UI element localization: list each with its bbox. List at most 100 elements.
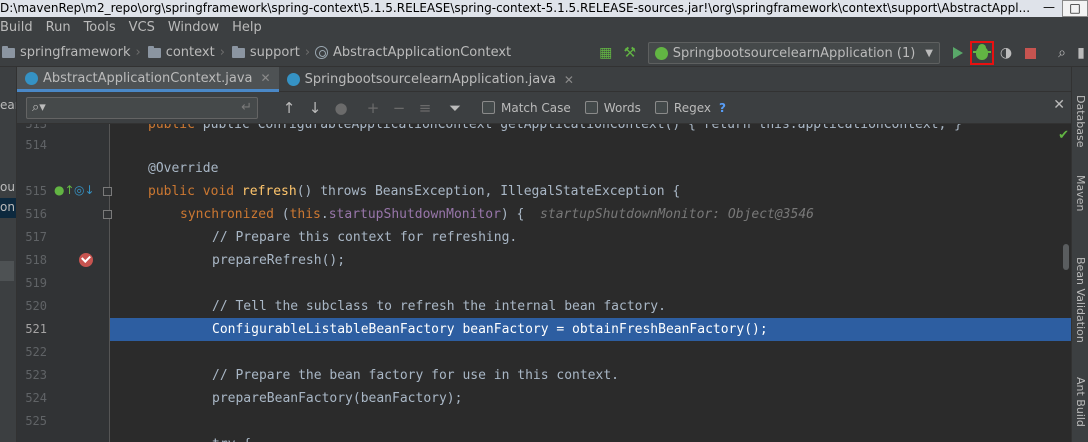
- database-tool-tab[interactable]: Database: [1074, 95, 1087, 148]
- run-configuration-label: SpringbootsourcelearnApplication (1): [672, 45, 916, 61]
- breadcrumb-label: springframework: [20, 45, 131, 60]
- tab-label: AbstractApplicationContext.java: [43, 70, 253, 86]
- select-all-occurrences-icon[interactable]: ≡: [412, 96, 438, 120]
- menu-help[interactable]: Help: [226, 17, 269, 39]
- maximize-button[interactable]: □: [1062, 0, 1088, 17]
- find-search-box[interactable]: ⌕▾ ↵: [26, 96, 258, 119]
- checkbox-box[interactable]: [584, 101, 598, 114]
- play-icon: [953, 47, 963, 59]
- find-input[interactable]: [58, 100, 229, 115]
- words-checkbox[interactable]: Words: [584, 101, 641, 115]
- menu-bar: Build Run Tools VCS Window Help: [0, 17, 1088, 39]
- code-line-breakpoint: 518 prepareRefresh();: [17, 249, 1071, 272]
- previous-occurrence-button[interactable]: ↑: [276, 96, 302, 120]
- fold-marker-icon[interactable]: [103, 187, 112, 196]
- code-line: 524 prepareBeanFactory(beanFactory);: [17, 387, 1071, 410]
- tab-label: SpringbootsourcelearnApplication.java: [304, 72, 556, 87]
- minimize-button[interactable]: —: [1036, 0, 1062, 17]
- breadcrumb-label: AbstractApplicationContext: [333, 45, 512, 60]
- regex-checkbox[interactable]: Regex: [654, 100, 711, 115]
- folder-icon: [2, 45, 15, 58]
- line-number: 519: [25, 276, 47, 290]
- folder-icon: [147, 45, 161, 58]
- remove-occurrence-icon[interactable]: −: [386, 96, 412, 120]
- line-number: 517: [25, 230, 47, 244]
- newline-icon[interactable]: ↵: [241, 100, 252, 115]
- window-title-bar: D:\mavenRep\m2_repo\org\springframework\…: [0, 0, 1088, 17]
- code-line: 520 // Tell the subclass to refresh the …: [17, 295, 1071, 318]
- menu-run[interactable]: Run: [40, 17, 78, 39]
- breakpoint-icon[interactable]: [79, 253, 93, 267]
- breadcrumb-label: support: [249, 45, 300, 60]
- filter-icon[interactable]: ⏷: [442, 96, 468, 120]
- spring-boot-icon: [654, 46, 668, 60]
- fold-marker-icon[interactable]: [103, 210, 112, 219]
- overrides-icon[interactable]: ●↑: [54, 183, 75, 197]
- menu-vcs[interactable]: VCS: [123, 17, 162, 39]
- code-text: prepareBeanFactory(beanFactory);: [212, 391, 463, 406]
- class-file-icon: [25, 71, 38, 85]
- main-toolbar: ▦ ⚒ SpringbootsourcelearnApplication (1)…: [594, 39, 1088, 67]
- next-occurrence-button[interactable]: ↓: [302, 96, 328, 120]
- implements-icon[interactable]: ◎↓: [74, 183, 95, 197]
- window-title: D:\mavenRep\m2_repo\org\springframework\…: [0, 1, 1031, 15]
- line-number: 515: [25, 184, 47, 198]
- tab-abstract-application-context[interactable]: AbstractApplicationContext.java ✕: [17, 67, 279, 92]
- match-case-label: Match Case: [501, 100, 571, 115]
- breadcrumb-label: context: [165, 45, 215, 60]
- code-text: prepareRefresh();: [212, 253, 346, 268]
- line-number: 516: [25, 207, 47, 221]
- debug-button[interactable]: [970, 41, 994, 65]
- breadcrumb-separator: ›: [219, 45, 225, 60]
- code-text: // Prepare the bean factory for use in t…: [212, 368, 619, 383]
- checkbox-box[interactable]: [482, 101, 495, 114]
- match-case-checkbox[interactable]: Match Case: [482, 101, 571, 115]
- menu-build[interactable]: Build: [0, 17, 40, 39]
- editor-scrollbar-thumb[interactable]: [1063, 244, 1069, 270]
- code-editor[interactable]: 513 public public ConfigurableApplicatio…: [17, 124, 1071, 442]
- find-bar: ⌕▾ ↵ ↑ ↓ ● + − ≡ ⏷ Match Case Words Rege…: [17, 92, 1071, 124]
- ant-build-tool-tab[interactable]: Ant Build: [1074, 377, 1087, 427]
- left-strip-label: on: [0, 200, 15, 214]
- code-line: 516 synchronized (this.startupShutdownMo…: [17, 203, 1071, 226]
- regex-label: Regex: [673, 100, 711, 115]
- tab-springbootsourcelearn-application[interactable]: SpringbootsourcelearnApplication.java ✕: [279, 67, 582, 92]
- close-icon[interactable]: ✕: [1053, 97, 1065, 113]
- bean-validation-tool-tab[interactable]: Bean Validation: [1074, 257, 1087, 343]
- project-structure-icon[interactable]: ▦: [594, 41, 618, 65]
- code-line: 514 @Override: [17, 157, 1071, 180]
- maven-tool-tab[interactable]: Maven: [1074, 175, 1087, 211]
- run-with-coverage-button[interactable]: ◑: [994, 41, 1018, 65]
- build-hammer-icon[interactable]: ⚒: [618, 41, 642, 65]
- find-in-path-icon[interactable]: ●: [328, 96, 354, 120]
- chevron-down-icon: ▼: [925, 47, 933, 59]
- breadcrumb-support[interactable]: support: [230, 45, 300, 60]
- menu-window[interactable]: Window: [162, 17, 226, 39]
- run-configuration-select[interactable]: SpringbootsourcelearnApplication (1) ▼: [647, 42, 940, 64]
- left-strip-marker: [0, 261, 14, 281]
- breadcrumb-context[interactable]: context: [146, 45, 215, 60]
- checkbox-box[interactable]: [654, 101, 668, 114]
- line-number: 524: [25, 391, 47, 405]
- stop-button[interactable]: [1018, 41, 1042, 65]
- regex-help-link[interactable]: ?: [719, 101, 726, 115]
- stop-icon: [1024, 47, 1036, 59]
- run-button[interactable]: [946, 41, 970, 65]
- add-occurrence-icon[interactable]: +: [360, 96, 386, 120]
- code-line: 515 ●↑ ◎↓ public void refresh() throws B…: [17, 180, 1071, 203]
- breadcrumb-class[interactable]: AbstractApplicationContext: [315, 45, 511, 60]
- menu-tools[interactable]: Tools: [78, 17, 123, 39]
- close-icon[interactable]: ✕: [261, 71, 271, 85]
- folder-icon: [231, 45, 245, 58]
- close-icon[interactable]: ✕: [564, 73, 574, 87]
- code-text: ConfigurableListableBeanFactory beanFact…: [212, 322, 768, 337]
- breadcrumb-springframework[interactable]: springframework: [0, 45, 130, 60]
- search-everywhere-button[interactable]: ⌕: [1050, 41, 1074, 65]
- left-strip-label: our: [0, 180, 16, 194]
- code-text: try {: [212, 433, 251, 442]
- bug-icon: [973, 43, 991, 60]
- project-icon[interactable]: ▮: [1074, 41, 1088, 65]
- code-text: // Tell the subclass to refresh the inte…: [212, 299, 666, 314]
- breadcrumb-separator: ›: [135, 45, 141, 60]
- search-icon[interactable]: ⌕▾: [32, 100, 46, 115]
